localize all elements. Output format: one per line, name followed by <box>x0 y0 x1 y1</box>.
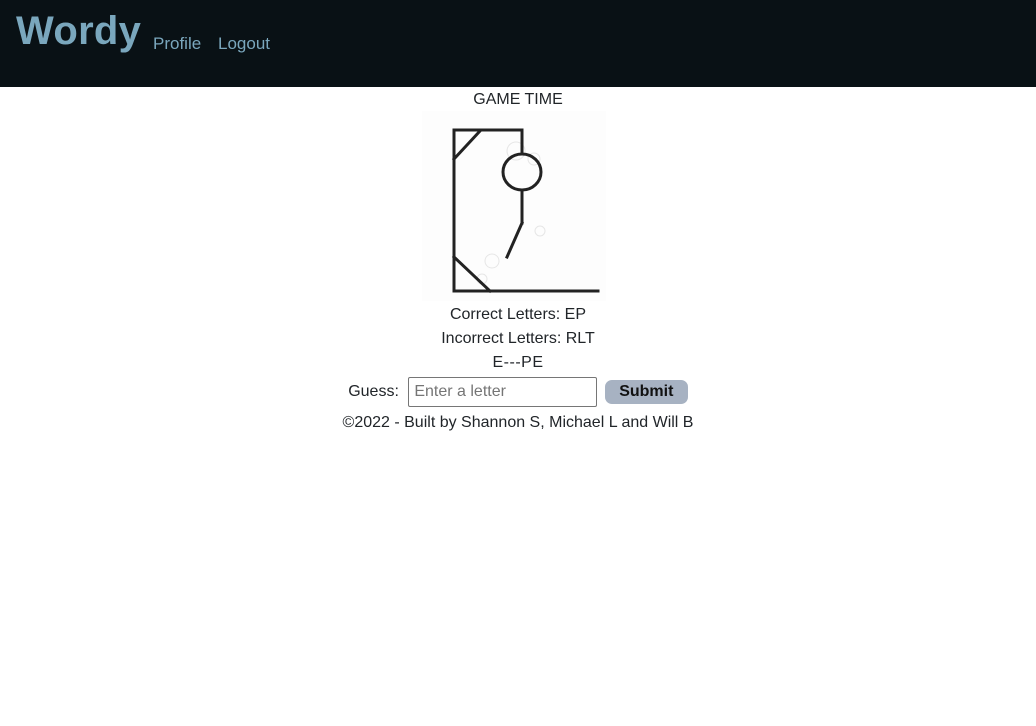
hangman-drawing <box>451 128 600 294</box>
hangman-head <box>501 152 543 192</box>
profile-link[interactable]: Profile <box>153 34 201 54</box>
incorrect-letters: Incorrect Letters: RLT <box>441 330 595 347</box>
guess-input[interactable] <box>408 377 598 407</box>
submit-button[interactable]: Submit <box>604 380 688 404</box>
logout-link[interactable]: Logout <box>218 34 270 54</box>
hangman-leg <box>505 221 524 259</box>
hangman-image <box>422 111 606 301</box>
brand-logo-link[interactable]: Wordy <box>16 9 141 54</box>
gallows-top-brace <box>451 128 483 162</box>
word-display: E---PE <box>492 354 544 371</box>
game-heading: GAME TIME <box>473 91 563 108</box>
footer-credits: ©2022 - Built by Shannon S, Michael L an… <box>342 414 694 431</box>
guess-form: Guess: Submit <box>0 377 1036 407</box>
correct-letters: Correct Letters: EP <box>449 306 587 323</box>
navbar: Wordy Profile Logout <box>0 0 1036 87</box>
guess-label: Guess: <box>348 383 399 400</box>
